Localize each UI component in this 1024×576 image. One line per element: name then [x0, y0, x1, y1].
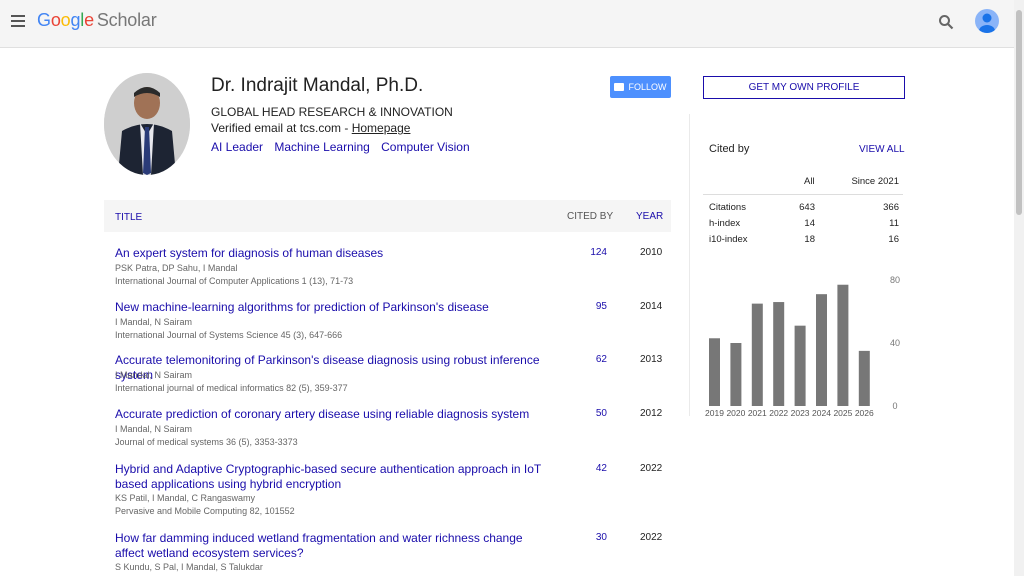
interest-computer-vision[interactable]: Computer Vision — [381, 140, 470, 154]
interest-ai-leader[interactable]: AI Leader — [211, 140, 263, 154]
y-tick-label: 40 — [890, 338, 900, 348]
profile-name: Dr. Indrajit Mandal, Ph.D. — [211, 75, 424, 96]
citation-bar-2021[interactable] — [751, 303, 763, 406]
x-tick-label: 2024 — [812, 408, 831, 418]
interest-machine-learning[interactable]: Machine Learning — [274, 140, 369, 154]
metric-row-i10-index: i10-index 18 16 — [703, 231, 903, 247]
profile-email: Verified email at tcs.com - Homepage — [211, 121, 410, 135]
publication-authors: KS Patil, I Mandal, C Rangaswamy — [115, 493, 256, 503]
metric-row-h-index: h-index 14 11 — [703, 215, 903, 231]
view-all-link[interactable]: VIEW ALL — [859, 144, 905, 155]
citation-bar-2023[interactable] — [794, 325, 806, 406]
x-tick-label: 2025 — [833, 408, 852, 418]
publication-venue: International Journal of Systems Science… — [115, 330, 343, 340]
verified-email-text: Verified email at tcs.com - — [211, 121, 352, 135]
publication-authors: PSK Patra, DP Sahu, I Mandal — [115, 263, 238, 273]
metric-label[interactable]: i10-index — [709, 234, 748, 245]
cited-by-count[interactable]: 42 — [574, 463, 607, 474]
publication-year: 2022 — [640, 532, 663, 543]
scroll-thumb[interactable] — [1016, 10, 1022, 215]
cited-by-heading: Cited by — [709, 143, 750, 155]
search-icon[interactable] — [938, 14, 954, 30]
publication-venue: Pervasive and Mobile Computing 82, 10155… — [115, 506, 295, 516]
publication-title[interactable]: How far damming induced wetland fragment… — [115, 531, 555, 561]
x-tick-label: 2020 — [726, 408, 745, 418]
title-column-header[interactable]: TITLE — [115, 212, 142, 223]
y-tick-label: 80 — [890, 275, 900, 285]
mail-icon — [614, 83, 625, 91]
publication-authors: I Mandal, N Sairam — [115, 370, 193, 380]
publications-table-header: TITLE CITED BY YEAR — [104, 200, 671, 232]
metric-all-value: 643 — [799, 202, 815, 213]
x-tick-label: 2022 — [769, 408, 788, 418]
publication-year: 2012 — [640, 408, 663, 419]
account-avatar-icon[interactable] — [975, 9, 999, 33]
publication-authors: S Kundu, S Pal, I Mandal, S Talukdar — [115, 562, 263, 572]
cited-by-count[interactable]: 124 — [574, 247, 607, 258]
publication-title[interactable]: Hybrid and Adaptive Cryptographic-based … — [115, 462, 555, 492]
top-bar: Google Scholar — [0, 0, 1014, 48]
citation-bar-2026[interactable] — [858, 350, 870, 406]
publication-year: 2010 — [640, 247, 663, 258]
metric-label[interactable]: Citations — [709, 202, 746, 213]
metrics-header-row: All Since 2021 — [703, 170, 903, 195]
citation-bar-2019[interactable] — [709, 338, 720, 406]
citations-per-year-chart: 80 40 0 2019 2020 2021 2022 2023 2024 2025 2026 — [705, 275, 900, 418]
x-tick-label: 2023 — [791, 408, 810, 418]
publication-year: 2022 — [640, 463, 663, 474]
citation-bar-2025[interactable] — [837, 284, 849, 406]
x-tick-label: 2019 — [705, 408, 724, 418]
publication-venue: International Journal of Computer Applic… — [115, 276, 354, 286]
citation-bar-2022[interactable] — [773, 302, 785, 406]
year-column-header[interactable]: YEAR — [636, 211, 663, 222]
x-tick-label: 2021 — [748, 408, 767, 418]
cited-by-count[interactable]: 30 — [574, 532, 607, 543]
follow-label: FOLLOW — [628, 82, 667, 92]
metric-label[interactable]: h-index — [709, 218, 740, 229]
publication-venue: Journal of medical systems 36 (5), 3353-… — [115, 437, 298, 447]
citation-metrics-table: All Since 2021 Citations 643 366 h-index… — [703, 170, 903, 247]
publication-year: 2013 — [640, 354, 663, 365]
metric-since-value: 16 — [888, 234, 899, 245]
cited-by-column-header[interactable]: CITED BY — [567, 211, 613, 222]
metric-all-value: 18 — [804, 234, 815, 245]
research-interests: AI Leader Machine Learning Computer Visi… — [211, 140, 478, 154]
metric-since-value: 11 — [889, 218, 899, 229]
get-my-own-profile-button[interactable]: GET MY OWN PROFILE — [703, 76, 905, 99]
y-tick-label: 0 — [892, 401, 897, 411]
publication-title[interactable]: An expert system for diagnosis of human … — [115, 246, 555, 261]
publication-authors: I Mandal, N Sairam — [115, 317, 193, 327]
publication-title[interactable]: New machine-learning algorithms for pred… — [115, 300, 555, 315]
homepage-link[interactable]: Homepage — [352, 121, 411, 135]
publication-venue: International journal of medical informa… — [115, 383, 348, 393]
google-scholar-logo[interactable]: Google Scholar — [37, 10, 157, 31]
cited-by-count[interactable]: 95 — [574, 301, 607, 312]
follow-button[interactable]: FOLLOW — [610, 76, 671, 98]
cited-by-count[interactable]: 50 — [574, 408, 607, 419]
profile-affiliation: GLOBAL HEAD RESEARCH & INNOVATION — [211, 105, 453, 119]
publication-title[interactable]: Accurate prediction of coronary artery d… — [115, 407, 555, 422]
publication-authors: I Mandal, N Sairam — [115, 424, 193, 434]
x-tick-label: 2026 — [855, 408, 874, 418]
menu-icon[interactable] — [11, 15, 25, 27]
metric-all-value: 14 — [804, 218, 815, 229]
metric-since-value: 366 — [883, 202, 899, 213]
profile-photo — [104, 73, 190, 175]
all-column-header: All — [804, 176, 815, 187]
sidebar-divider — [689, 114, 690, 416]
since-column-header: Since 2021 — [851, 176, 899, 187]
citation-bar-2024[interactable] — [816, 294, 827, 406]
metric-row-citations: Citations 643 366 — [703, 199, 903, 215]
scrollbar[interactable] — [1014, 0, 1024, 576]
publication-year: 2014 — [640, 301, 663, 312]
cited-by-count[interactable]: 62 — [574, 354, 607, 365]
citation-bar-2020[interactable] — [730, 343, 742, 406]
